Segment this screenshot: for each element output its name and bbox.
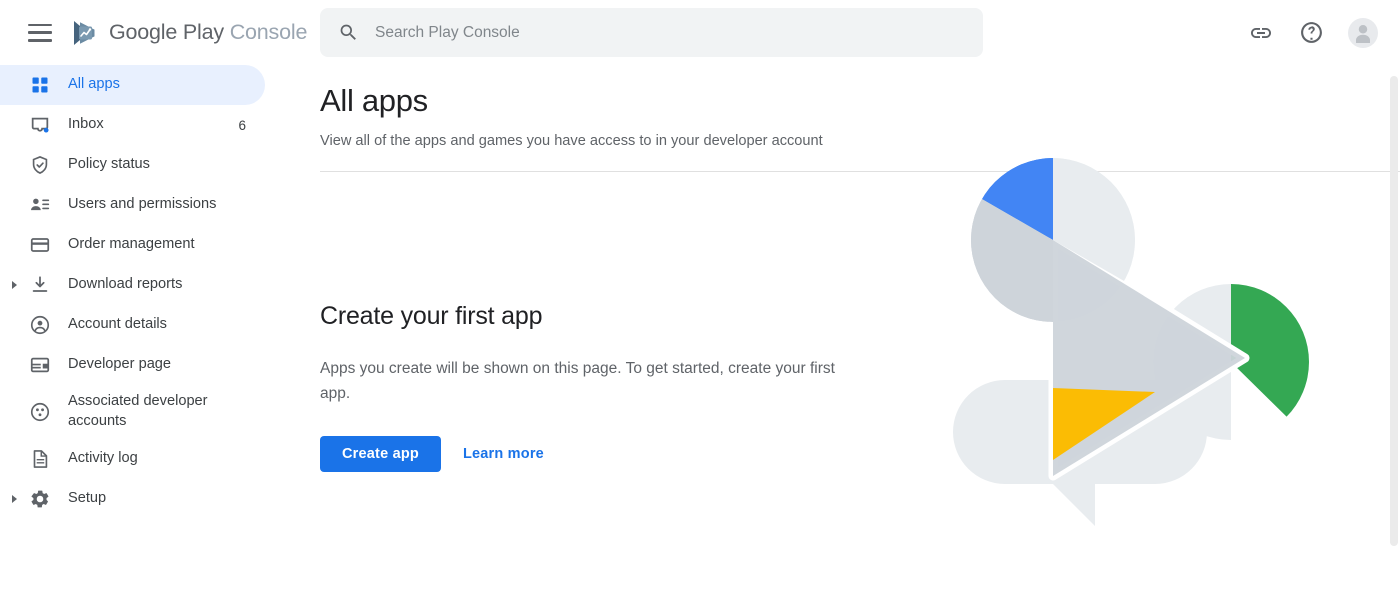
scrollbar-thumb[interactable] <box>1390 76 1398 546</box>
sidebar-item-policy-status[interactable]: Policy status <box>0 145 290 185</box>
document-icon <box>28 447 52 471</box>
search-bar[interactable] <box>320 8 983 57</box>
grid-apps-icon <box>28 73 52 97</box>
hamburger-menu-icon[interactable] <box>28 23 52 42</box>
help-circle-icon[interactable] <box>1298 20 1324 46</box>
sidebar-item-label: Users and permissions <box>68 196 217 213</box>
sidebar-item-users-and-permissions[interactable]: Users and permissions <box>0 185 290 225</box>
page-title: All apps <box>320 83 428 118</box>
sidebar-item-label: Order management <box>68 236 195 253</box>
brand-primary-text: Google Play <box>109 20 224 44</box>
sidebar-item-account-details[interactable]: Account details <box>0 305 290 345</box>
sidebar-item-setup[interactable]: Setup <box>0 479 290 519</box>
sidebar-item-order-management[interactable]: Order management <box>0 225 290 265</box>
sidebar-item-label: Download reports <box>68 276 183 293</box>
account-avatar-icon[interactable] <box>1348 17 1378 48</box>
empty-state-copy: Create your first app Apps you create wi… <box>320 302 850 473</box>
page-scrollbar[interactable] <box>1390 76 1398 576</box>
sidebar-item-label: Developer page <box>68 356 172 373</box>
sidebar-item-activity-log[interactable]: Activity log <box>0 439 290 479</box>
top-bar: Google Play Console <box>0 0 1400 65</box>
sidebar-item-label: Setup <box>68 490 107 507</box>
create-app-button[interactable]: Create app <box>320 436 441 473</box>
sidebar-item-label: All apps <box>68 76 120 93</box>
chevron-right-icon[interactable] <box>8 493 20 505</box>
brand-secondary-text: Console <box>229 20 308 44</box>
sidebar-item-all-apps[interactable]: All apps <box>0 65 265 105</box>
sidebar-item-label: Associated developer accounts <box>68 393 208 429</box>
users-permissions-icon <box>28 193 52 217</box>
empty-state-title: Create your first app <box>320 301 543 330</box>
credit-card-icon <box>28 233 52 257</box>
inbox-icon <box>28 113 52 137</box>
associated-accounts-icon <box>28 400 52 424</box>
empty-state-body: Apps you create will be shown on this pa… <box>320 359 835 402</box>
search-icon <box>338 22 359 43</box>
sidebar-item-label: Policy status <box>68 156 150 173</box>
empty-state-actions: Create app Learn more <box>320 436 850 473</box>
brand-text: Google Play Console <box>109 20 307 45</box>
sidebar-item-label: Activity log <box>68 450 138 467</box>
link-icon[interactable] <box>1248 20 1274 46</box>
brand-logo-link[interactable]: Google Play Console <box>70 18 307 48</box>
sidebar-nav: All apps Inbox 6 Policy status Users and… <box>0 65 290 600</box>
google-play-console-logo <box>74 20 95 45</box>
play-console-empty-state-illustration <box>935 130 1335 535</box>
chevron-right-icon[interactable] <box>8 279 20 291</box>
download-icon <box>28 273 52 297</box>
sidebar-item-developer-page[interactable]: Developer page <box>0 345 290 385</box>
top-bar-actions <box>1248 0 1378 65</box>
play-console-window: Google Play Console Search Play Console … <box>0 0 1400 600</box>
sidebar-item-download-reports[interactable]: Download reports <box>0 265 290 305</box>
inbox-badge-count: 6 <box>238 117 246 133</box>
search-input[interactable] <box>375 23 935 42</box>
gear-icon <box>28 487 52 511</box>
empty-state: Create your first app Apps you create wi… <box>290 158 1400 600</box>
sidebar-item-label: Inbox <box>68 116 104 133</box>
developer-page-icon <box>28 353 52 377</box>
sidebar-item-inbox[interactable]: Inbox 6 <box>0 105 290 145</box>
learn-more-link[interactable]: Learn more <box>463 446 544 462</box>
sidebar-item-associated-developer-accounts[interactable]: Associated developer accounts <box>0 385 290 439</box>
account-circle-icon <box>28 313 52 337</box>
sidebar-item-label: Account details <box>68 316 167 333</box>
main-content: All apps View all of the apps and games … <box>290 65 1400 600</box>
shield-check-icon <box>28 153 52 177</box>
